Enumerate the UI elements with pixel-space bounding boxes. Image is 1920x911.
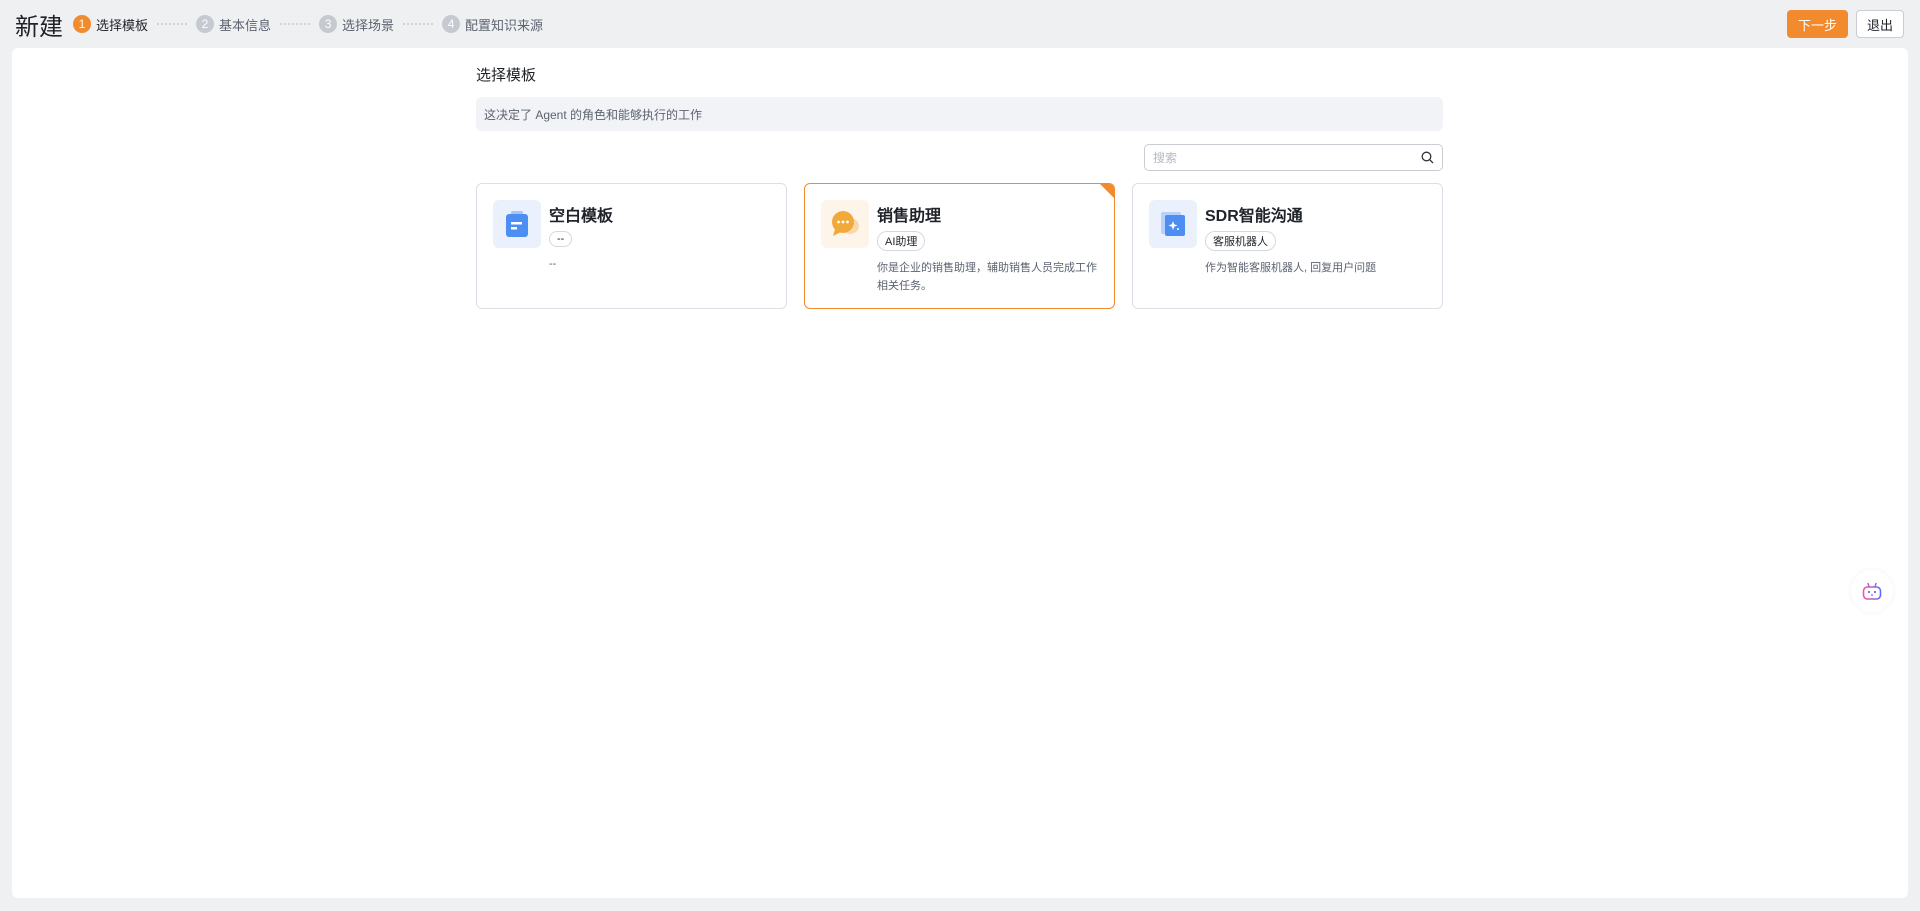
sparkle-card-icon	[1149, 200, 1197, 248]
step-divider	[280, 23, 311, 25]
step-label: 选择模板	[96, 17, 149, 33]
step-number: 1	[73, 15, 91, 33]
card-title: SDR智能沟通	[1205, 208, 1303, 225]
chat-bubble-icon	[821, 200, 869, 248]
template-card-blank[interactable]: 空白模板 -- --	[476, 183, 787, 309]
template-card-sdr[interactable]: SDR智能沟通 客服机器人 作为智能客服机器人, 回复用户问题	[1132, 183, 1443, 309]
clipboard-icon	[493, 200, 541, 248]
template-section: 选择模板 这决定了 Agent 的角色和能够执行的工作 空白模板 -- --	[476, 48, 1443, 309]
robot-icon	[1862, 582, 1882, 600]
card-description: 你是企业的销售助理，辅助销售人员完成工作相关任务。	[877, 262, 1097, 292]
header: 新建 1 选择模板 2 基本信息 3 选择场景 4 配置知识来源 下一步 退出	[0, 0, 1920, 48]
selected-check-icon	[1100, 184, 1114, 198]
search-icon[interactable]	[1421, 151, 1434, 164]
step-1[interactable]: 1 选择模板	[73, 15, 148, 34]
stepper: 1 选择模板 2 基本信息 3 选择场景 4 配置知识来源	[73, 15, 543, 34]
step-4[interactable]: 4 配置知识来源	[442, 15, 543, 34]
page-title: 新建	[15, 13, 63, 41]
card-tag: 客服机器人	[1205, 231, 1276, 251]
step-number: 2	[196, 15, 215, 33]
step-number: 3	[319, 15, 338, 33]
step-divider	[403, 23, 434, 25]
card-title: 空白模板	[549, 208, 614, 225]
ai-assistant-button[interactable]	[1851, 570, 1893, 612]
card-description: 作为智能客服机器人, 回复用户问题	[1205, 262, 1377, 274]
template-card-sales-assistant[interactable]: 销售助理 AI助理 你是企业的销售助理，辅助销售人员完成工作相关任务。	[804, 183, 1115, 309]
step-number: 4	[442, 15, 461, 33]
card-title: 销售助理	[877, 208, 942, 225]
info-banner: 这决定了 Agent 的角色和能够执行的工作	[476, 97, 1443, 131]
step-2[interactable]: 2 基本信息	[196, 15, 271, 34]
step-3[interactable]: 3 选择场景	[319, 15, 394, 34]
section-title: 选择模板	[476, 67, 537, 84]
card-description: --	[549, 258, 557, 270]
content-panel: 选择模板 这决定了 Agent 的角色和能够执行的工作 空白模板 -- --	[12, 48, 1908, 898]
card-tag: AI助理	[877, 231, 926, 251]
template-cards: 空白模板 -- -- 销售助理 AI助理 你是企业的销售助理，辅助销售人员完成工…	[476, 183, 1443, 309]
step-label: 配置知识来源	[465, 17, 544, 33]
search-box[interactable]	[1144, 144, 1443, 171]
step-label: 选择场景	[342, 17, 395, 33]
card-tag: --	[549, 231, 573, 247]
step-label: 基本信息	[219, 17, 272, 33]
step-divider	[157, 23, 188, 25]
next-step-button[interactable]: 下一步	[1787, 10, 1848, 38]
exit-button[interactable]: 退出	[1856, 10, 1904, 38]
search-input[interactable]	[1153, 150, 1393, 165]
